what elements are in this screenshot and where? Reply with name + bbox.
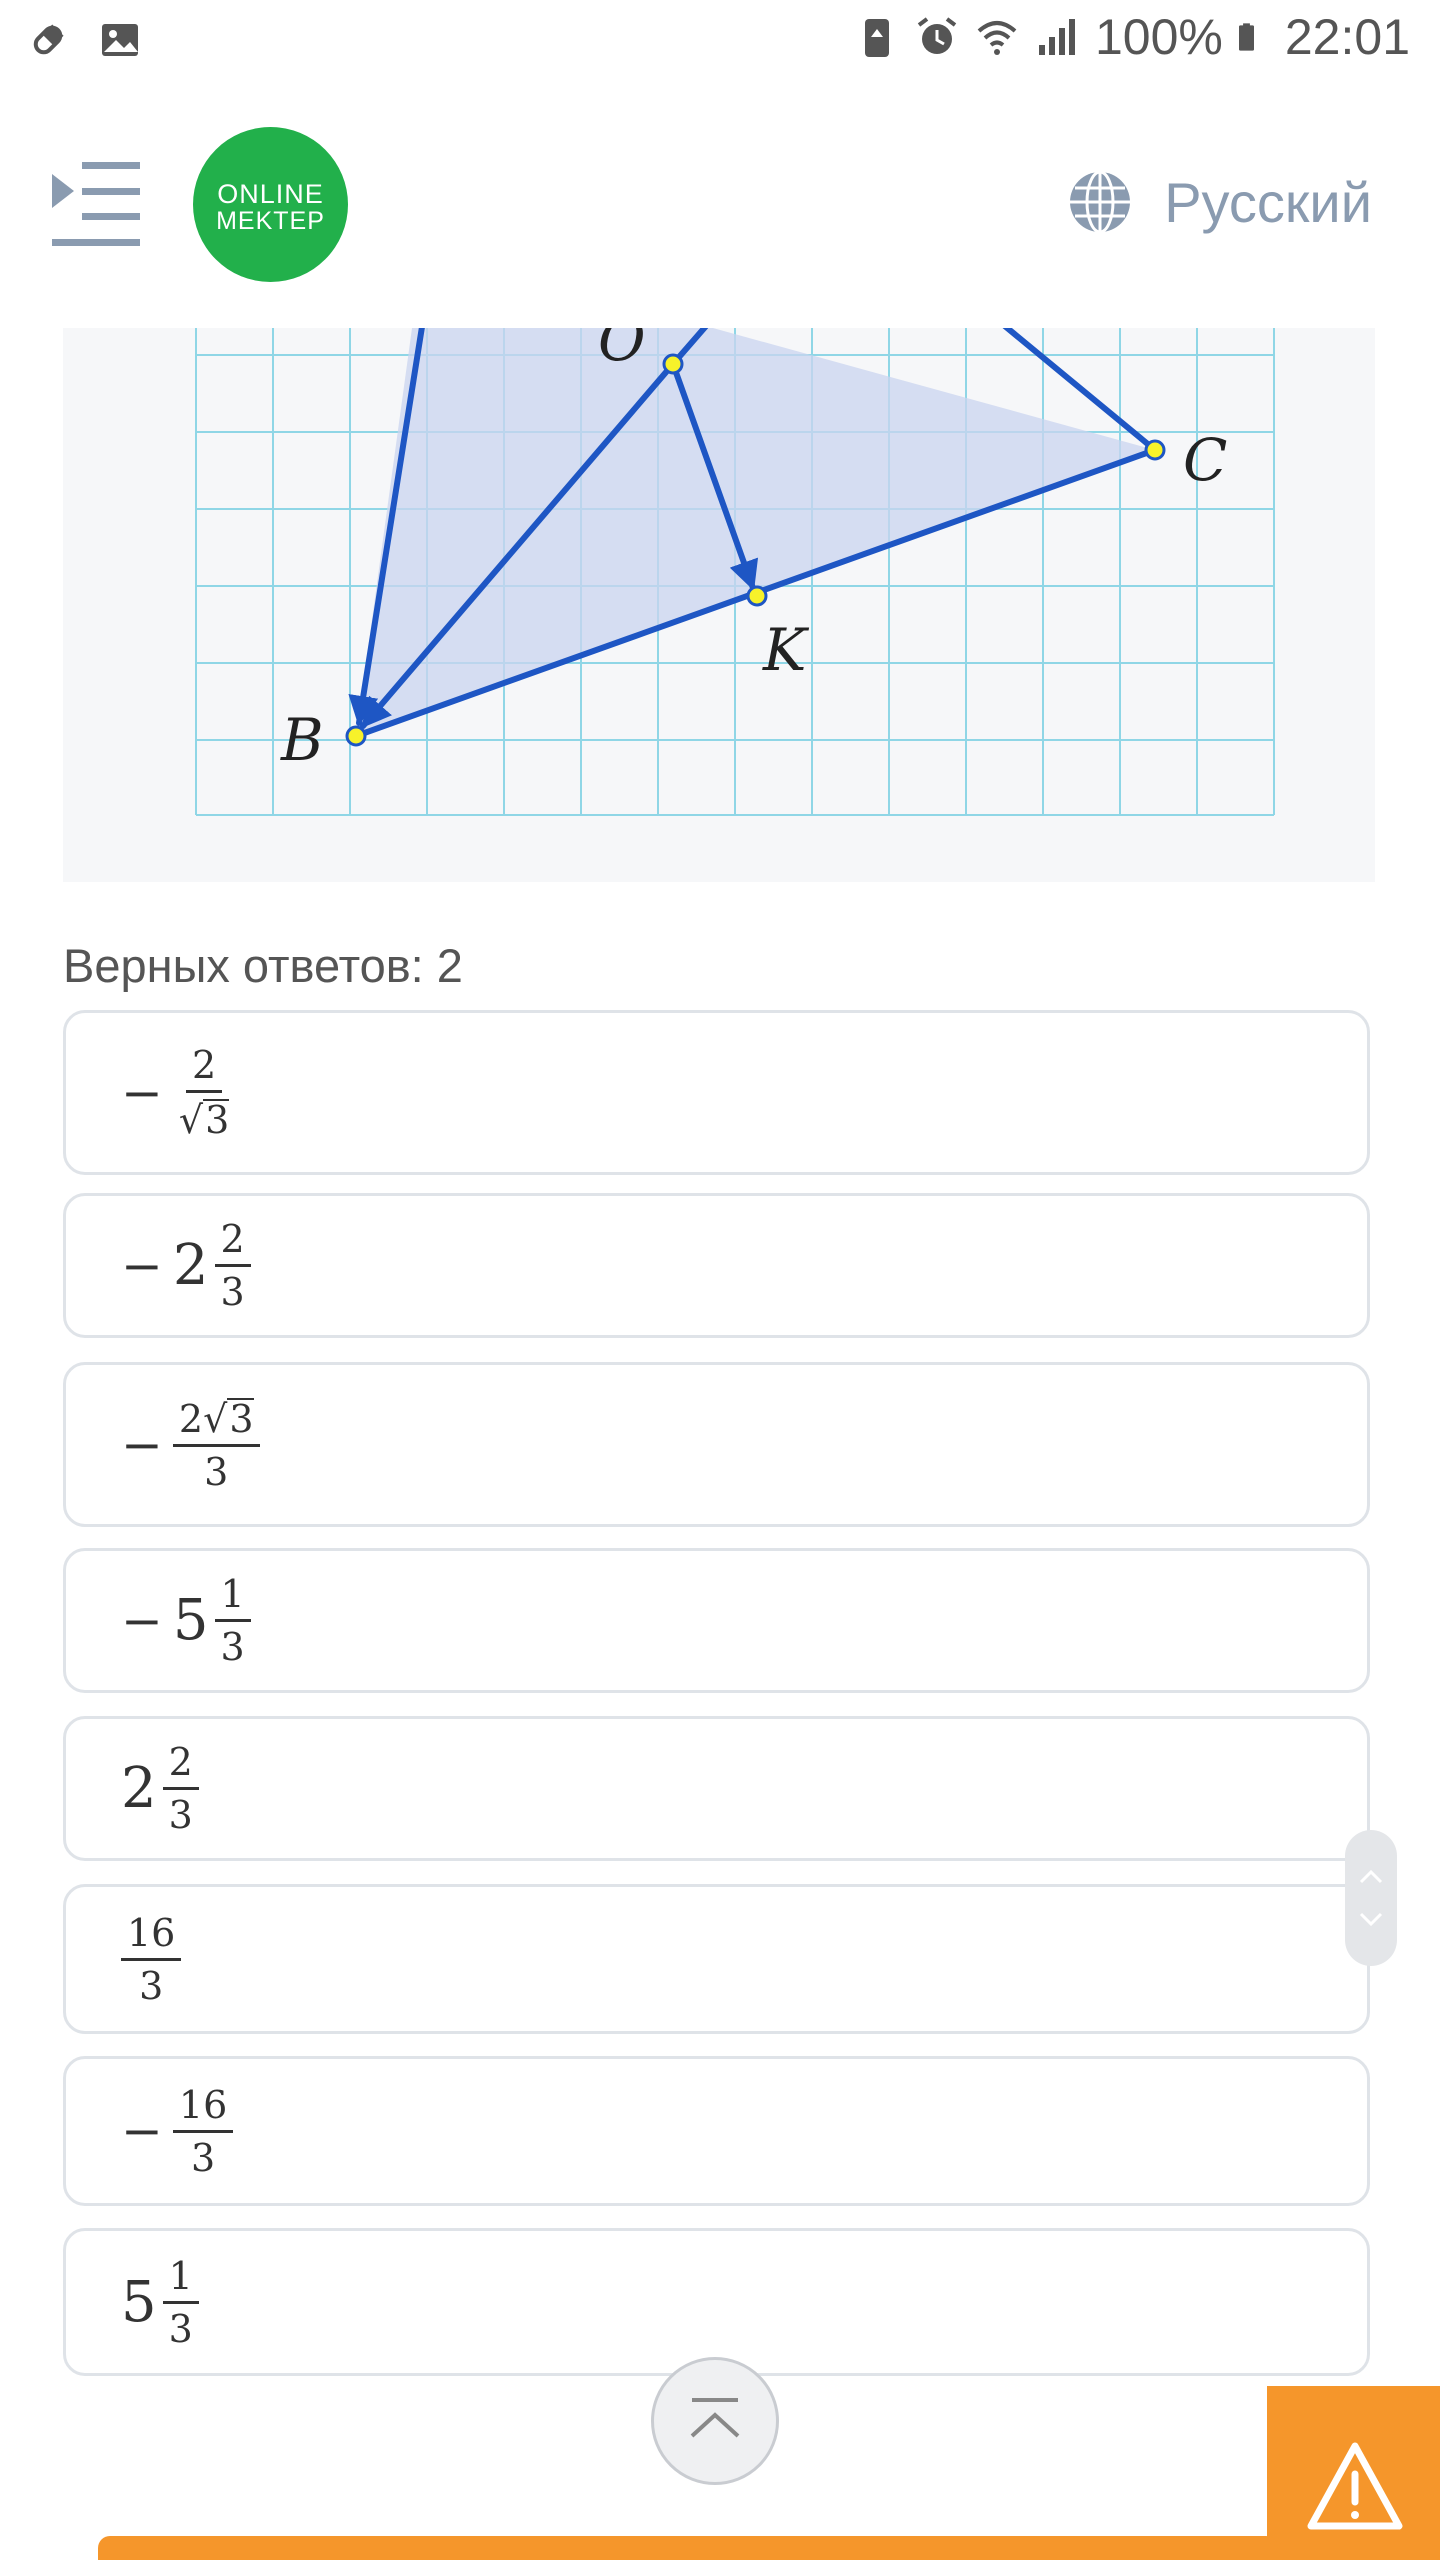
answer-option[interactable]: − 5 1 3 [63,1548,1370,1693]
language-label: Русский [1164,170,1372,234]
sqrt-symbol: √ [203,1397,228,1441]
answer-option[interactable]: 5 1 3 [63,2228,1370,2376]
label-b: B [280,706,324,774]
clock-time: 22:01 [1284,9,1410,65]
denominator: 3 [220,1625,245,1669]
point-c [1144,439,1166,461]
minus-sign: − [121,1591,163,1650]
chevron-down-icon [1359,1912,1383,1927]
figure-svg: O C K B [195,328,1275,816]
status-bar: 100% 22:01 [0,0,1440,86]
chevron-up-icon [1359,1869,1383,1884]
scroll-handle[interactable] [1345,1830,1397,1966]
label-c: C [1183,426,1227,494]
denominator: 3 [168,1793,193,1837]
answer-option[interactable]: − 2 √ 3 [63,1010,1370,1175]
option-math: − 2 2 3 [121,1196,251,1335]
arrow-to-top-icon [690,2398,740,2438]
numerator-coefficient: 2 [178,1397,204,1441]
numerator: 1 [162,2257,199,2304]
denominator: 3 [220,1270,245,1314]
image-icon [102,24,138,56]
option-math: − 2 √ 3 3 [121,1365,260,1524]
battery-icon [1238,23,1254,51]
point-k [746,585,768,607]
numerator: 1 [214,1575,251,1622]
minus-sign: − [121,1236,163,1295]
answer-option[interactable]: − 2 √ 3 3 [63,1362,1370,1527]
language-switcher[interactable]: Русский [1066,168,1372,236]
option-math: 16 3 [121,1887,182,2031]
minus-sign: − [121,1415,163,1474]
option-math: − 16 3 [121,2059,234,2203]
app-header: ONLINE MEKTEP Русский [0,110,1440,300]
logo-line-1: ONLINE [217,179,324,209]
fraction: 2 √ 3 [173,1046,235,1139]
denominator: 3 [168,2306,193,2351]
pill-icon [33,24,64,55]
menu-indent-icon[interactable] [52,162,140,246]
answer-option[interactable]: − 16 3 [63,2056,1370,2206]
denominator: 3 [190,2135,216,2180]
battery-percent: 100% [1094,9,1223,65]
wifi-icon [977,21,1017,55]
minus-sign: − [121,2102,163,2160]
label-o: O [598,328,646,374]
answer-option[interactable]: 2 2 3 [63,1716,1370,1861]
sqrt-symbol: √ [178,1098,204,1142]
battery-saver-icon [864,19,889,57]
fraction: 1 3 [162,2257,199,2351]
answer-option[interactable]: 16 3 [63,1884,1370,2034]
answer-option[interactable]: − 2 2 3 [63,1193,1370,1338]
logo-line-2: MEKTEP [216,207,325,235]
triangle-fill [356,328,1155,736]
point-b [345,725,367,747]
numerator: 2 [214,1220,251,1267]
denominator: 3 [204,1450,229,1494]
online-mektep-logo[interactable]: ONLINE MEKTEP [193,127,348,282]
bottom-action-bar[interactable] [98,2536,1278,2560]
fraction: 2 3 [162,1743,199,1837]
option-math: − 5 1 3 [121,1551,251,1690]
numerator: 2 [162,1743,199,1790]
report-issue-button[interactable] [1267,2386,1440,2560]
numerator: 2 √ 3 [172,1397,260,1447]
correct-answers-count: Верных ответов: 2 [63,939,463,992]
whole-part: 2 [121,1756,157,1821]
minus-sign: − [121,1063,163,1122]
geometry-figure: O C K B [63,328,1375,882]
radicand: 3 [203,1098,230,1142]
fraction: 2 √ 3 3 [172,1397,260,1494]
globe-icon [1070,170,1131,234]
radicand: 3 [227,1397,254,1441]
signal-icon [1038,19,1075,55]
denominator: √ 3 [173,1093,235,1139]
whole-part: 5 [172,1588,209,1653]
warning-icon [1307,2442,1403,2530]
denominator: 3 [139,1963,164,2008]
whole-part: 2 [172,1233,209,1298]
numerator: 16 [121,1914,182,1961]
alarm-icon [917,17,957,54]
point-o [662,353,684,375]
whole-part: 5 [121,2269,157,2335]
fraction: 16 3 [172,2086,234,2180]
scroll-to-top-button[interactable] [651,2357,779,2485]
option-math: 5 1 3 [121,2231,199,2373]
numerator: 16 [172,2086,234,2133]
option-math: 2 2 3 [121,1719,199,1858]
fraction: 1 3 [214,1575,251,1669]
label-k: K [762,616,810,684]
numerator: 2 [186,1046,223,1093]
option-math: − 2 √ 3 [121,1013,235,1172]
fraction: 2 3 [214,1220,251,1314]
fraction: 16 3 [121,1914,182,2008]
